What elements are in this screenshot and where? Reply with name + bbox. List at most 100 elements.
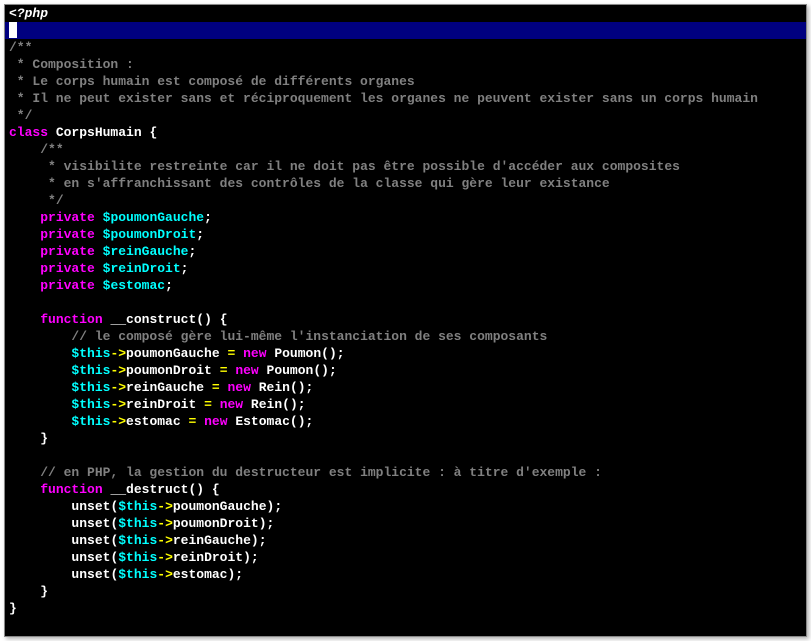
php-close-tag: ?> bbox=[9, 635, 25, 637]
code-line: unset($this->poumonGauche); bbox=[5, 498, 806, 515]
code-line: $this->estomac = new Estomac(); bbox=[5, 413, 806, 430]
keyword-private: private bbox=[40, 244, 95, 259]
brace: } bbox=[40, 584, 48, 599]
semicolon: ; bbox=[329, 363, 337, 378]
this-var: $this bbox=[118, 516, 157, 531]
code-line: // le composé gère lui-même l'instanciat… bbox=[5, 328, 806, 345]
keyword-new: new bbox=[243, 346, 266, 361]
property: $reinGauche bbox=[103, 244, 189, 259]
php-open-tag: <?php bbox=[9, 6, 48, 21]
code-line: /** bbox=[5, 39, 806, 56]
semicolon: ; bbox=[259, 533, 267, 548]
class-ref: Poumon bbox=[274, 346, 321, 361]
cursor-line bbox=[5, 22, 806, 39]
parens: () bbox=[282, 397, 298, 412]
code-line: // en PHP, la gestion du destructeur est… bbox=[5, 464, 806, 481]
code-line: function __construct() { bbox=[5, 311, 806, 328]
member: poumonDroit bbox=[126, 363, 212, 378]
arrow-op: -> bbox=[110, 346, 126, 361]
parens: () bbox=[313, 363, 329, 378]
line-comment: // en PHP, la gestion du destructeur est… bbox=[40, 465, 602, 480]
assign-op: = bbox=[188, 414, 196, 429]
semicolon: ; bbox=[181, 261, 189, 276]
keyword-new: new bbox=[204, 414, 227, 429]
doc-comment: * Le corps humain est composé de différe… bbox=[9, 74, 415, 89]
code-line: $this->reinGauche = new Rein(); bbox=[5, 379, 806, 396]
assign-op: = bbox=[204, 397, 212, 412]
member: poumonGauche bbox=[173, 499, 267, 514]
code-line: private $reinGauche; bbox=[5, 243, 806, 260]
arrow-op: -> bbox=[110, 380, 126, 395]
semicolon: ; bbox=[274, 499, 282, 514]
arrow-op: -> bbox=[157, 533, 173, 548]
code-line: private $poumonDroit; bbox=[5, 226, 806, 243]
class-ref: Estomac bbox=[235, 414, 290, 429]
semicolon: ; bbox=[196, 227, 204, 242]
semicolon: ; bbox=[306, 414, 314, 429]
this-var: $this bbox=[118, 533, 157, 548]
member: estomac bbox=[126, 414, 181, 429]
this-var: $this bbox=[71, 380, 110, 395]
code-line bbox=[5, 617, 806, 634]
this-var: $this bbox=[71, 397, 110, 412]
this-var: $this bbox=[71, 346, 110, 361]
keyword-function: function bbox=[40, 312, 102, 327]
doc-comment: * Il ne peut exister sans et réciproquem… bbox=[9, 91, 758, 106]
code-line: private $reinDroit; bbox=[5, 260, 806, 277]
property: $poumonDroit bbox=[103, 227, 197, 242]
arrow-op: -> bbox=[157, 550, 173, 565]
arrow-op: -> bbox=[157, 516, 173, 531]
doc-comment: */ bbox=[9, 108, 32, 123]
class-ref: Rein bbox=[259, 380, 290, 395]
brace: } bbox=[9, 601, 17, 616]
semicolon: ; bbox=[306, 380, 314, 395]
this-var: $this bbox=[118, 499, 157, 514]
keyword-private: private bbox=[40, 227, 95, 242]
assign-op: = bbox=[227, 346, 235, 361]
semicolon: ; bbox=[235, 567, 243, 582]
member: reinDroit bbox=[126, 397, 196, 412]
semicolon: ; bbox=[337, 346, 345, 361]
code-line: function __destruct() { bbox=[5, 481, 806, 498]
member: poumonDroit bbox=[173, 516, 259, 531]
brace: { bbox=[220, 312, 228, 327]
parens: () bbox=[321, 346, 337, 361]
code-editor[interactable]: <?php /** * Composition : * Le corps hum… bbox=[4, 4, 807, 637]
class-ref: Poumon bbox=[267, 363, 314, 378]
parens: () bbox=[290, 380, 306, 395]
brace: { bbox=[212, 482, 220, 497]
semicolon: ; bbox=[188, 244, 196, 259]
code-line: /** bbox=[5, 141, 806, 158]
keyword-new: new bbox=[235, 363, 258, 378]
member: reinGauche bbox=[173, 533, 251, 548]
code-line: $this->poumonDroit = new Poumon(); bbox=[5, 362, 806, 379]
parens: () bbox=[196, 312, 212, 327]
semicolon: ; bbox=[204, 210, 212, 225]
code-line: $this->poumonGauche = new Poumon(); bbox=[5, 345, 806, 362]
brace: } bbox=[40, 431, 48, 446]
arrow-op: -> bbox=[110, 363, 126, 378]
code-line: private $estomac; bbox=[5, 277, 806, 294]
arrow-op: -> bbox=[157, 567, 173, 582]
doc-comment: * Composition : bbox=[9, 57, 134, 72]
code-line: * en s'affranchissant des contrôles de l… bbox=[5, 175, 806, 192]
keyword-unset: unset bbox=[71, 516, 110, 531]
code-line: unset($this->poumonDroit); bbox=[5, 515, 806, 532]
parens: () bbox=[188, 482, 204, 497]
property: $poumonGauche bbox=[103, 210, 204, 225]
method-name: __construct bbox=[110, 312, 196, 327]
keyword-unset: unset bbox=[71, 533, 110, 548]
keyword-unset: unset bbox=[71, 567, 110, 582]
paren: ) bbox=[251, 533, 259, 548]
arrow-op: -> bbox=[110, 414, 126, 429]
cursor-icon bbox=[9, 22, 17, 38]
code-line: * Il ne peut exister sans et réciproquem… bbox=[5, 90, 806, 107]
brace: { bbox=[149, 125, 157, 140]
code-line: * visibilite restreinte car il ne doit p… bbox=[5, 158, 806, 175]
keyword-class: class bbox=[9, 125, 48, 140]
code-line: unset($this->reinDroit); bbox=[5, 549, 806, 566]
code-line: * Composition : bbox=[5, 56, 806, 73]
keyword-function: function bbox=[40, 482, 102, 497]
code-line: class CorpsHumain { bbox=[5, 124, 806, 141]
keyword-new: new bbox=[220, 397, 243, 412]
